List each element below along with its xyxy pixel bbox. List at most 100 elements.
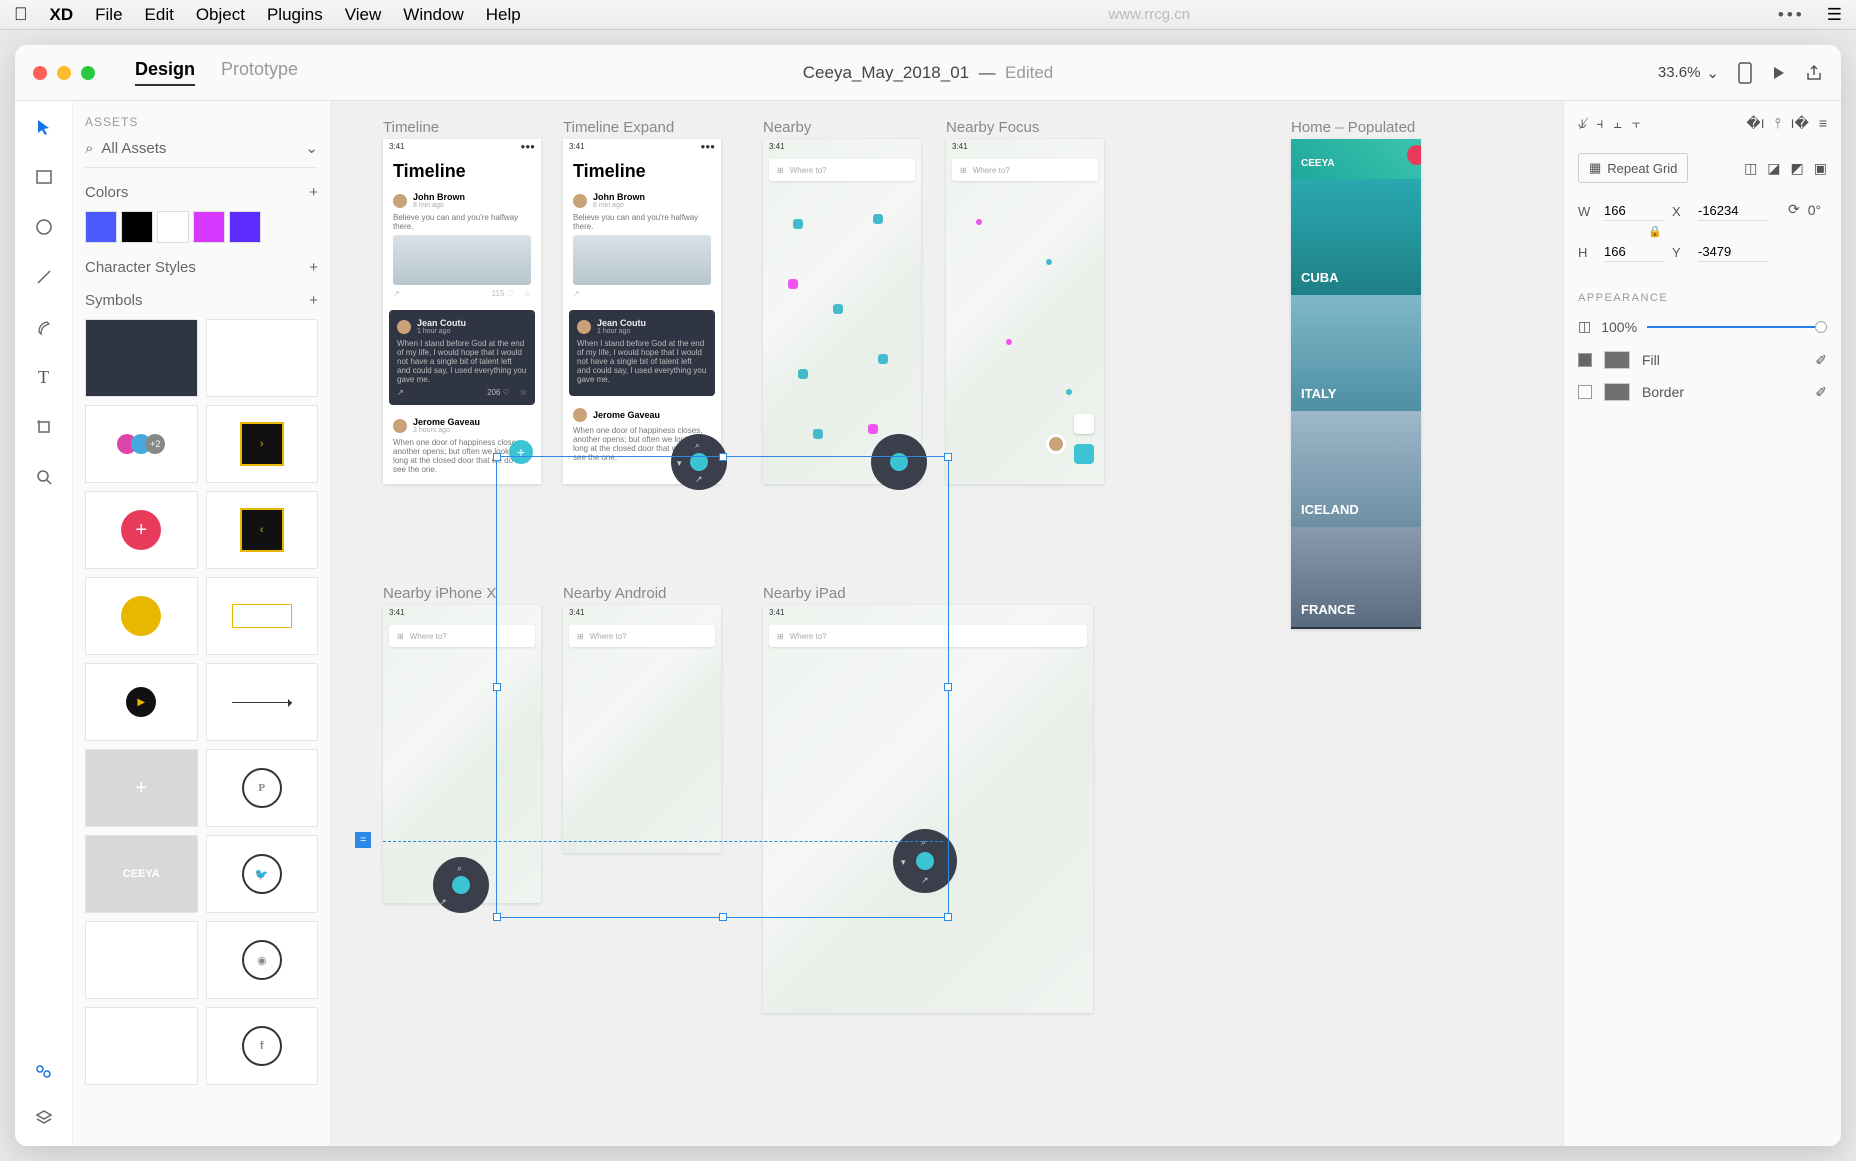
assets-search[interactable]: ⌕ All Assets ⌄ [85,139,318,168]
symbol-item[interactable] [206,319,319,397]
artboard-label[interactable]: Nearby [763,119,811,136]
border-checkbox[interactable] [1578,385,1592,399]
menu-file[interactable]: File [95,5,122,25]
symbol-item[interactable] [206,663,319,741]
device-preview-icon[interactable] [1737,62,1753,84]
artboard-nearby[interactable]: 3:41 ⊞Where to? [763,139,921,484]
distribute-h-icon[interactable]: ≡ [1819,115,1827,135]
width-input[interactable] [1604,201,1664,221]
color-swatches[interactable] [85,211,318,243]
tab-prototype[interactable]: Prototype [221,59,298,86]
opacity-value[interactable]: 100% [1601,319,1637,335]
align-bottom-icon[interactable]: ⫠ [1613,115,1621,135]
subtract-icon[interactable]: ◪ [1767,160,1780,177]
border-swatch[interactable] [1604,383,1630,401]
rectangle-tool[interactable] [32,165,56,189]
symbol-item[interactable] [85,1007,198,1085]
symbol-item[interactable]: ‹ [206,491,319,569]
line-tool[interactable] [32,265,56,289]
play-icon[interactable] [1771,65,1787,81]
align-horizontal-group[interactable]: ⫝̸ ⫞ ⫠ ⫟ [1578,115,1640,135]
menu-view[interactable]: View [345,5,382,25]
guide-tag: = [355,832,371,848]
pen-tool[interactable] [32,315,56,339]
symbol-item[interactable]: + [85,749,198,827]
rotate-icon[interactable]: ⟳ [1788,201,1800,218]
eyedropper-icon[interactable]: ✐ [1815,384,1827,401]
add-symbol-button[interactable]: + [309,292,318,309]
menu-window[interactable]: Window [403,5,463,25]
artboard-home[interactable]: CEEYA CUBA ITALY ICELAND FRANCE ⌂⊞♥⊙⌕ [1291,139,1421,629]
exclude-icon[interactable]: ▣ [1814,160,1827,177]
align-right-icon[interactable]: ౹� [1791,115,1809,135]
artboard-label[interactable]: Timeline Expand [563,119,674,136]
share-icon[interactable] [1805,64,1823,82]
artboard-label[interactable]: Timeline [383,119,439,136]
zoom-dropdown[interactable]: 33.6%⌄ [1658,64,1719,82]
chevron-down-icon: ⌄ [305,139,318,157]
distribute-v-icon[interactable]: ⫟ [1632,115,1640,135]
symbol-item[interactable] [85,319,198,397]
artboard-label[interactable]: Nearby Focus [946,119,1039,136]
zoom-tool[interactable] [32,465,56,489]
y-input[interactable] [1698,242,1768,262]
symbol-item[interactable]: +2 [85,405,198,483]
symbols-section-label: Symbols [85,292,143,309]
menu-help[interactable]: Help [486,5,521,25]
symbol-item[interactable]: f [206,1007,319,1085]
symbol-item[interactable] [85,921,198,999]
symbol-item[interactable]: + [85,491,198,569]
artboard-tool[interactable] [32,415,56,439]
assets-icon[interactable] [32,1060,56,1084]
select-tool[interactable] [32,115,56,139]
assets-header: ASSETS [85,115,318,129]
tab-design[interactable]: Design [135,59,195,86]
x-input[interactable] [1698,201,1768,221]
symbol-item[interactable] [206,577,319,655]
menu-edit[interactable]: Edit [145,5,174,25]
menu-brand[interactable]: XD [50,5,74,25]
layers-icon[interactable] [32,1106,56,1130]
list-icon[interactable]: ☰ [1827,5,1842,25]
overflow-icon[interactable]: ••• [1778,5,1805,25]
align-left-icon[interactable]: �౹ [1746,115,1764,135]
intersect-icon[interactable]: ◩ [1791,160,1804,177]
align-vertical-group[interactable]: �౹ ⫯ ౹� ≡ [1746,115,1827,135]
opacity-slider[interactable] [1647,326,1827,328]
symbol-item[interactable]: 🐦 [206,835,319,913]
artboard-label[interactable]: Nearby iPhone X [383,585,496,602]
add-color-button[interactable]: + [309,184,318,201]
symbol-item[interactable]: ▶ [85,663,198,741]
artboard-nearby-focus[interactable]: 3:41 ⊞Where to? [946,139,1104,484]
artboard-timeline-expand[interactable]: 3:41●●● Timeline John Brown8 min agoBeli… [563,139,721,484]
symbol-item[interactable]: › [206,405,319,483]
height-input[interactable] [1604,242,1664,262]
symbol-item[interactable]: ◉ [206,921,319,999]
union-icon[interactable]: ◫ [1744,160,1757,177]
fill-checkbox[interactable] [1578,353,1592,367]
align-top-icon[interactable]: ⫝̸ [1578,115,1586,135]
rotation-value[interactable]: 0° [1808,202,1821,218]
align-vcenter-icon[interactable]: ⫞ [1596,115,1603,135]
lock-aspect-icon[interactable]: 🔒 [1648,225,1662,238]
map-search[interactable]: ⊞Where to? [769,159,915,181]
boolean-ops[interactable]: ◫ ◪ ◩ ▣ [1744,160,1827,177]
eyedropper-icon[interactable]: ✐ [1815,352,1827,369]
text-tool[interactable]: T [32,365,56,389]
symbol-item[interactable] [85,577,198,655]
menu-plugins[interactable]: Plugins [267,5,323,25]
align-hcenter-icon[interactable]: ⫯ [1775,115,1781,135]
apple-icon[interactable]:  [14,4,28,25]
menu-object[interactable]: Object [196,5,245,25]
add-char-button[interactable]: + [309,259,318,276]
ellipse-tool[interactable] [32,215,56,239]
repeat-grid-button[interactable]: ▦Repeat Grid [1578,153,1688,183]
symbol-item[interactable]: CEEYA [85,835,198,913]
fill-swatch[interactable] [1604,351,1630,369]
canvas[interactable]: Timeline Timeline Expand Nearby Nearby F… [331,101,1563,1146]
symbol-item[interactable]: P [206,749,319,827]
artboard-timeline[interactable]: 3:41●●● Timeline John Brown8 min agoBeli… [383,139,541,484]
artboard-label[interactable]: Home – Populated [1291,119,1415,136]
traffic-lights[interactable] [33,66,95,80]
fab-cluster[interactable]: ⌕↗ [433,857,489,913]
